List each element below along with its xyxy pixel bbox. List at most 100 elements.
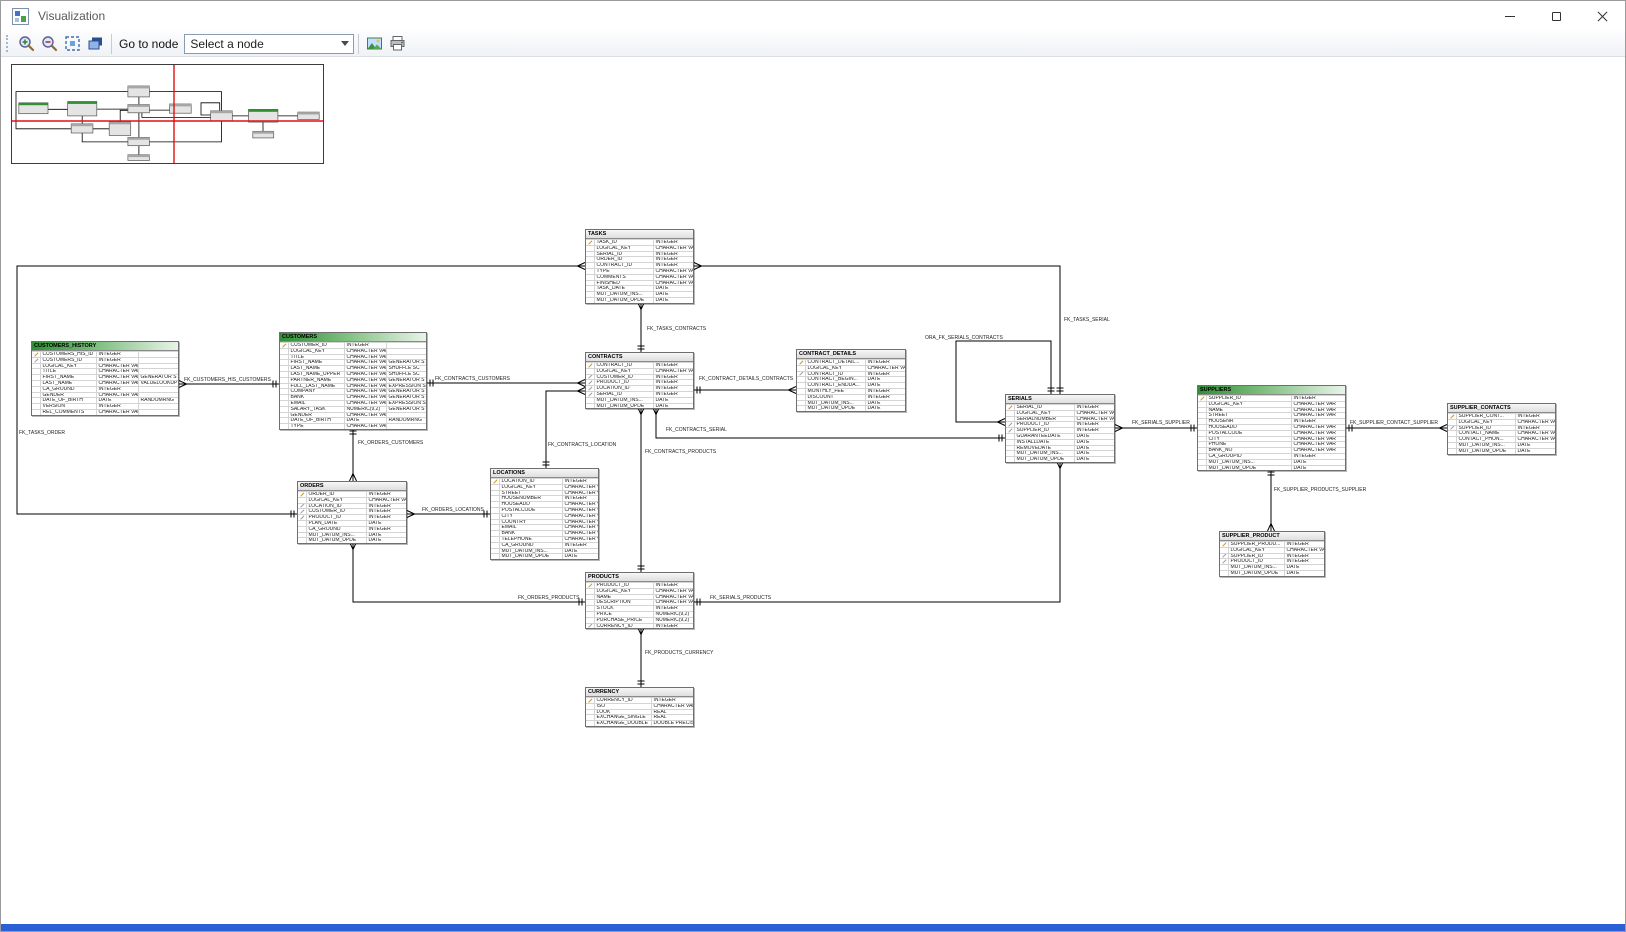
column-type: INTEGER [865, 389, 905, 394]
minimap[interactable] [11, 64, 324, 164]
column-name: SUPPLIER_ID [1456, 426, 1515, 431]
column-type: DATE [1074, 457, 1114, 462]
column-generator [138, 393, 178, 398]
table-row: LOGICAL_KEYCHARACTER VAR [586, 368, 693, 374]
column-name: PRODUCT_ID [594, 380, 653, 385]
column-type: DATE [653, 398, 693, 403]
entity-table-currency[interactable]: CURRENCYCURRENCY_IDINTEGERISOCHARACTER V… [585, 687, 694, 727]
column-type: CHARACTER VAR [1291, 413, 1345, 418]
table-row: CA_GROUPIDINTEGER [1198, 453, 1345, 459]
column-icon-spacer [32, 404, 40, 409]
entity-table-tasks[interactable]: TASKSTASK_IDINTEGERLOGICAL_KEYCHARACTER … [585, 229, 694, 304]
column-name: EMAIL [288, 401, 344, 406]
minimap-table-header [71, 124, 93, 126]
column-icon-spacer [586, 589, 594, 594]
column-name: LOGICAL_KEY [594, 246, 653, 251]
column-name: PARTNER_NAME [288, 378, 344, 383]
column-name: MUT_DATUM_INS... [1206, 460, 1291, 465]
column-icon-spacer [797, 389, 805, 394]
column-name: CONTACT_PHON... [1456, 437, 1515, 442]
column-name: MUT_DATUM_INS... [594, 398, 653, 403]
column-name: SUPPLIER_CONT... [1456, 414, 1515, 419]
column-type: DATE [865, 377, 905, 382]
table-row: SUPPLIER_CONT...INTEGER [1448, 413, 1555, 419]
column-icon-spacer [586, 369, 594, 374]
column-name: LAST_NAME [288, 366, 344, 371]
column-name: LOGICAL_KEY [805, 366, 865, 371]
column-icon-spacer [491, 531, 499, 536]
table-row: CUSTOMER_IDINTEGER [280, 342, 426, 348]
column-name: PRICE [594, 612, 653, 617]
primary-key-icon [797, 360, 805, 365]
column-type: DATE [366, 521, 406, 526]
table-title: SUPPLIERS [1198, 386, 1345, 395]
entity-table-customers_history[interactable]: CUSTOMERS_HISTORYCUSTOMERS_HIS_IDINTEGER… [31, 341, 179, 416]
column-icon-spacer [298, 521, 306, 526]
column-name: SERIALNUMBER [1014, 417, 1074, 422]
column-name: PRODUCT_ID [1228, 559, 1284, 564]
column-generator [138, 410, 178, 415]
column-name: TELEPHONE [499, 537, 562, 542]
table-row: TASK_DATEDATE [586, 285, 693, 291]
column-icon-spacer [1006, 434, 1014, 439]
table-row: MUT_DATUM_INS...DATE [1006, 450, 1114, 456]
foreign-key-icon [298, 509, 306, 514]
table-row: SUPPLIER_IDINTEGER [1198, 395, 1345, 401]
primary-key-icon [32, 352, 40, 357]
column-icon-spacer [586, 612, 594, 617]
column-name: LOGICAL_KEY [288, 349, 344, 354]
column-type: DATE [1284, 571, 1324, 576]
minimap-table-header [249, 109, 278, 111]
column-generator: SHUFFLE SC [386, 366, 426, 371]
table-row: ORDER_IDINTEGER [298, 491, 406, 497]
column-icon-spacer [586, 618, 594, 623]
column-name: DISCOUNT [805, 395, 865, 400]
column-icon-spacer [491, 554, 499, 559]
relationship-label: FK_ORDERS_LOCATIONS [422, 507, 485, 513]
table-row: CURRENCY_IDINTEGER [586, 623, 693, 629]
table-title: CURRENCY [586, 688, 693, 697]
column-type: DATE [1074, 434, 1114, 439]
column-icon-spacer [32, 369, 40, 374]
column-name: PRODUCT_ID [594, 583, 653, 588]
column-icon-spacer [280, 366, 288, 371]
entity-table-contract_details[interactable]: CONTRACT_DETAILSCONTRACT_DETAIL...INTEGE… [796, 349, 906, 412]
table-row: BANKCHARACTER VAR [491, 530, 598, 536]
table-title: SUPPLIER_PRODUCT [1220, 532, 1324, 541]
table-row: SERIAL_IDINTEGER [586, 391, 693, 397]
column-type: CHARACTER VAR [653, 369, 693, 374]
column-type: INTEGER [653, 380, 693, 385]
entity-table-suppliers[interactable]: SUPPLIERSSUPPLIER_IDINTEGERLOGICAL_KEYCH… [1197, 385, 1346, 471]
table-title: LOCATIONS [491, 469, 598, 478]
relationship-line [694, 461, 1060, 602]
relationship-label: ORA_FK_SERIALS_CONTRACTS [925, 335, 1003, 341]
foreign-key-icon [298, 504, 306, 509]
entity-table-products[interactable]: PRODUCTSPRODUCT_IDINTEGERLOGICAL_KEYCHAR… [585, 572, 694, 629]
column-generator: VALUELOOKUP [138, 381, 178, 386]
entity-table-supplier_product[interactable]: SUPPLIER_PRODUCTSUPPLIER_PRODU...INTEGER… [1219, 531, 1325, 577]
column-type: CHARACTER VAR [344, 378, 386, 383]
table-row: PURCHASE_PRICENUMERIC(9,2) [586, 617, 693, 623]
table-row: HOUSEADDCHARACTER VAR [1198, 424, 1345, 430]
entity-table-orders[interactable]: ORDERSORDER_IDINTEGERLOGICAL_KEYCHARACTE… [297, 481, 407, 544]
column-icon-spacer [298, 533, 306, 538]
table-row: POSTALCODECHARACTER VAR [1198, 430, 1345, 436]
column-generator: GENERATOR S [386, 378, 426, 383]
column-icon-spacer [491, 537, 499, 542]
entity-table-customers[interactable]: CUSTOMERSCUSTOMER_IDINTEGERLOGICAL_KEYCH… [279, 332, 427, 430]
entity-table-serials[interactable]: SERIALSSERIAL_IDINTEGERLOGICAL_KEYCHARAC… [1005, 394, 1115, 463]
entity-table-supplier_contacts[interactable]: SUPPLIER_CONTACTSSUPPLIER_CONT...INTEGER… [1447, 403, 1556, 455]
column-type: INTEGER [1284, 559, 1324, 564]
column-type: DATE [1515, 443, 1555, 448]
column-icon-spacer [1006, 457, 1014, 462]
entity-table-contracts[interactable]: CONTRACTSCONTRACT_IDINTEGERLOGICAL_KEYCH… [585, 352, 694, 409]
column-name: LOCATION_ID [306, 504, 366, 509]
relationship-label: FK_CONTRACTS_SERIAL [666, 427, 727, 433]
relationship-label: FK_CONTRACTS_CUSTOMERS [435, 376, 511, 382]
column-type: NUMERIC(9,2) [653, 612, 693, 617]
column-icon-spacer [1198, 425, 1206, 430]
column-icon-spacer [32, 364, 40, 369]
entity-table-locations[interactable]: LOCATIONSLOCATION_IDINTEGERLOGICAL_KEYCH… [490, 468, 599, 560]
column-type: INTEGER [366, 515, 406, 520]
foreign-key-icon [1006, 428, 1014, 433]
